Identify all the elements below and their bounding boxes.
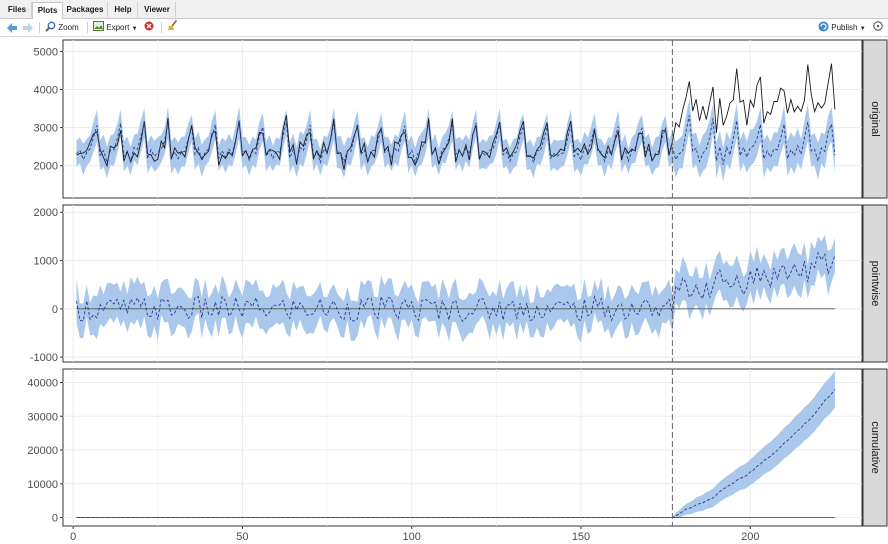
tab-packages-label: Packages	[66, 5, 104, 14]
tab-files-label: Files	[7, 5, 27, 14]
pane-tab-bar: Files Plots Packages Help Viewer	[0, 0, 888, 19]
y-tick-label: 10000	[27, 479, 58, 491]
tab-plots[interactable]: Plots	[32, 2, 63, 19]
panel-background	[62, 39, 863, 199]
facet-strip-label: cumulative	[869, 421, 881, 474]
forward-button[interactable]	[22, 20, 34, 35]
publish-icon	[818, 21, 829, 32]
x-tick-label: 100	[403, 531, 421, 543]
tab-packages[interactable]: Packages	[63, 2, 108, 17]
y-tick-label: 4000	[34, 84, 58, 96]
chevron-down-icon: ▼	[131, 26, 138, 32]
panel-original: 2000 3000 4000 5000 original	[34, 39, 888, 199]
panel-cumulative: 0 10000 20000 30000 40000 cumulative	[27, 368, 888, 527]
facet-strip-label: original	[869, 101, 881, 136]
broom-icon	[168, 20, 178, 30]
arrow-right-icon	[23, 23, 33, 33]
x-tick-label: 200	[741, 531, 759, 543]
refresh-button[interactable]	[873, 20, 885, 35]
toolbar-separator	[39, 22, 40, 33]
y-tick-label: 40000	[27, 378, 58, 390]
close-circle-icon	[144, 21, 154, 31]
x-tick-label: 0	[70, 531, 76, 543]
y-tick-label: 30000	[27, 411, 58, 423]
y-tick-label: 0	[52, 304, 58, 316]
panel-background	[62, 368, 863, 527]
y-tick-label: 0	[52, 513, 58, 525]
zoom-label: Zoom	[58, 23, 79, 32]
panel-pointwise: -1000 0 1000 2000 pointwise	[30, 204, 888, 364]
export-image-icon	[93, 21, 104, 31]
export-label: Export	[106, 23, 130, 32]
y-tick-label: -1000	[30, 352, 58, 364]
export-button[interactable]: Export ▼	[93, 20, 139, 35]
chevron-down-icon: ▼	[859, 26, 866, 32]
y-tick-label: 1000	[34, 256, 58, 268]
publish-label: Publish	[831, 23, 858, 32]
tab-help-label: Help	[114, 5, 132, 14]
y-tick-label: 20000	[27, 445, 58, 457]
causal-impact-plot: 2000300040005000original-1000010002000po…	[27, 39, 888, 543]
back-button[interactable]	[6, 20, 18, 35]
x-axis: 0 50 100 150 200	[70, 526, 759, 543]
y-tick-label: 2000	[34, 207, 58, 219]
zoom-button[interactable]: Zoom	[45, 20, 83, 35]
x-tick-label: 150	[572, 531, 590, 543]
y-tick-label: 2000	[34, 161, 58, 173]
publish-button[interactable]: Publish ▼	[818, 20, 868, 35]
y-tick-label: 5000	[34, 46, 58, 58]
arrow-left-icon	[7, 23, 17, 33]
tab-viewer-label: Viewer	[144, 5, 170, 14]
tab-viewer[interactable]: Viewer	[139, 2, 176, 17]
plots-toolbar: Zoom Export ▼ Publish ▼	[0, 19, 888, 37]
y-tick-label: 3000	[34, 123, 58, 135]
toolbar-separator	[161, 22, 162, 33]
tab-files[interactable]: Files	[3, 2, 32, 17]
toolbar-separator	[87, 22, 88, 33]
clear-all-button[interactable]	[167, 20, 179, 35]
remove-plot-button[interactable]	[144, 20, 156, 35]
x-tick-label: 50	[236, 531, 248, 543]
tab-help[interactable]: Help	[109, 2, 138, 17]
magnifier-icon	[45, 21, 56, 32]
facet-strip-label: pointwise	[869, 261, 881, 307]
tab-plots-label: Plots	[37, 6, 58, 15]
refresh-icon	[873, 21, 883, 31]
